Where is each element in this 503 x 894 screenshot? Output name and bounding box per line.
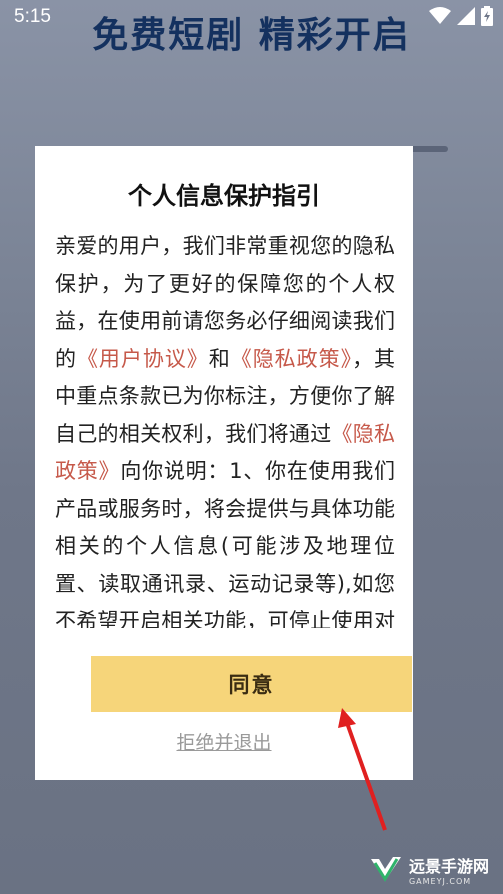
watermark: 远景手游网 GAMEYJ.COM (369, 853, 489, 886)
privacy-dialog: 个人信息保护指引 亲爱的用户，我们非常重视您的隐私保护，为了更好的保障您的个人权… (35, 146, 413, 780)
dialog-body: 亲爱的用户，我们非常重视您的隐私保护，为了更好的保障您的个人权益，在使用前请您务… (55, 228, 395, 628)
watermark-url: GAMEYJ.COM (408, 877, 472, 886)
body-text: 和 (208, 346, 231, 371)
dialog-title: 个人信息保护指引 (128, 182, 320, 210)
body-text: 向你说明：1、你在使用我们产品或服务时，将会提供与具体功能相关的个人信息(可能涉… (55, 459, 395, 628)
watermark-name: 远景手游网 (408, 857, 489, 876)
red-arrow-annotation (338, 708, 387, 831)
privacy-policy-link[interactable]: 《隐私政策》 (231, 347, 352, 371)
background-title: 免费短剧 精彩开启 (92, 15, 411, 56)
user-agreement-link[interactable]: 《用户协议》 (77, 347, 209, 371)
gameyj-logo-icon (370, 856, 401, 882)
